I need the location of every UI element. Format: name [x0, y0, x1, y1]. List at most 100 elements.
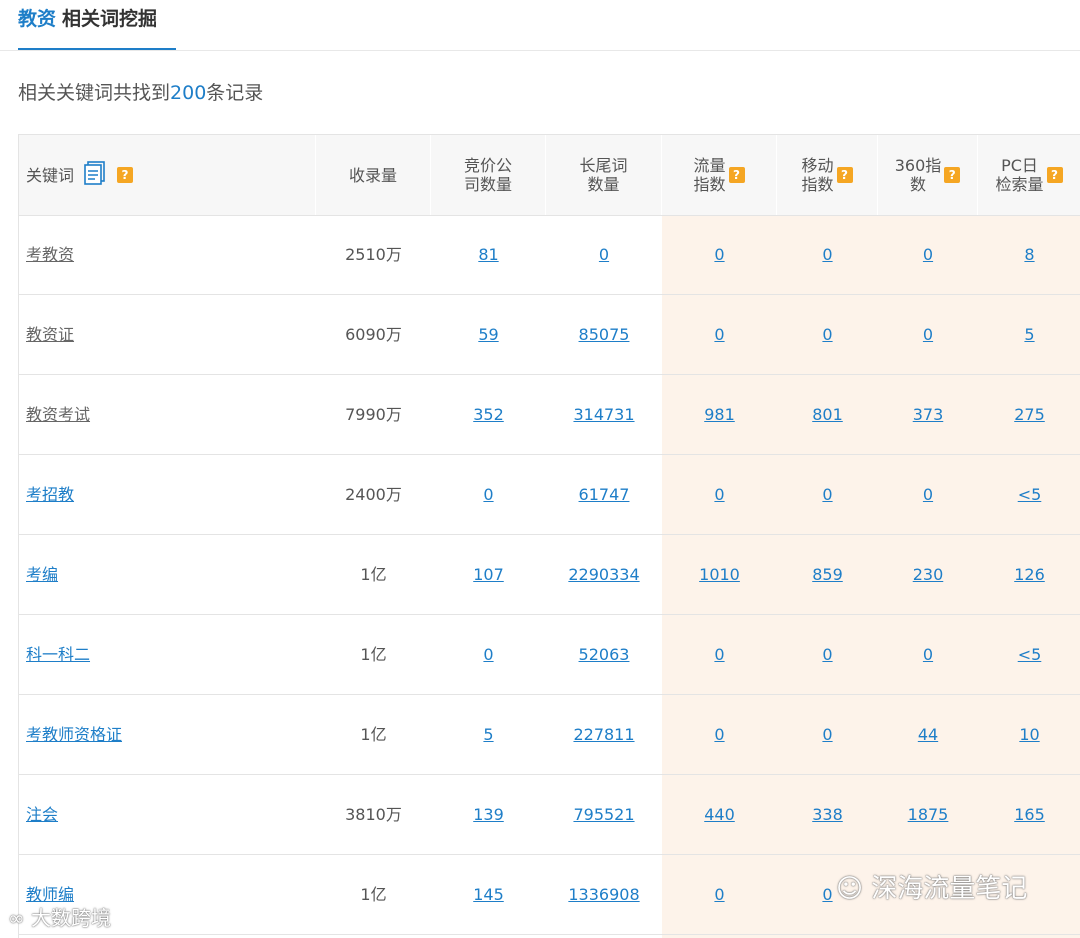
traffic-index-link[interactable]: 0 — [714, 725, 724, 744]
header-label: 移动 指数 — [801, 156, 834, 194]
traffic-index-link[interactable]: 440 — [704, 805, 735, 824]
longtail-link[interactable]: 61747 — [579, 485, 630, 504]
pc-daily-search-link[interactable]: 165 — [1014, 805, 1045, 824]
header-label: 360指 数 — [894, 156, 942, 194]
pc-daily-search-link[interactable]: <5 — [1018, 485, 1042, 504]
longtail-link[interactable]: 2290334 — [568, 565, 639, 584]
traffic-index-link[interactable]: 0 — [714, 325, 724, 344]
keyword-link[interactable]: 教资证 — [26, 325, 74, 344]
indexed-value: 2510万 — [345, 245, 402, 264]
traffic-index-link[interactable]: 0 — [714, 645, 724, 664]
bid-companies-link[interactable]: 5 — [483, 725, 493, 744]
watermark-right-text: 深海流量笔记 — [871, 874, 1028, 904]
longtail-link[interactable]: 227811 — [573, 725, 634, 744]
cell-mobile-index: 0 — [777, 295, 878, 375]
longtail-link[interactable]: 0 — [599, 245, 609, 264]
pc-daily-search-link[interactable]: 275 — [1014, 405, 1045, 424]
tab-title: 相关词挖掘 — [62, 8, 158, 30]
bid-companies-link[interactable]: 352 — [473, 405, 504, 424]
traffic-index-link[interactable]: 1010 — [699, 565, 740, 584]
mobile-index-link[interactable]: 0 — [822, 245, 832, 264]
bid-companies-link[interactable]: 145 — [473, 885, 504, 904]
help-icon[interactable]: ? — [1046, 167, 1063, 183]
pc-daily-search-link[interactable]: 10 — [1019, 725, 1039, 744]
cell-keyword: 考教师资格证 — [19, 695, 316, 775]
index-360-link[interactable]: 230 — [913, 565, 944, 584]
index-360-link[interactable]: 1875 — [908, 805, 949, 824]
pc-daily-search-link[interactable]: 126 — [1014, 565, 1045, 584]
longtail-link[interactable]: 314731 — [573, 405, 634, 424]
index-360-link[interactable]: 0 — [923, 325, 933, 344]
tab-related-keywords[interactable]: 教资 相关词挖掘 — [18, 0, 176, 50]
help-icon[interactable]: ? — [944, 167, 961, 183]
help-icon[interactable]: ? — [728, 167, 745, 183]
bid-companies-link[interactable]: 139 — [473, 805, 504, 824]
cell-traffic-index: 0 — [662, 215, 777, 295]
mobile-index-link[interactable]: 0 — [822, 885, 832, 904]
indexed-value: 1亿 — [360, 725, 387, 744]
bid-companies-link[interactable]: 0 — [483, 645, 493, 664]
cell-keyword: 考教资 — [19, 215, 316, 295]
keyword-link[interactable]: 考教资 — [26, 245, 74, 264]
header-longtail: 长尾词 数量 — [546, 135, 662, 215]
bid-companies-link[interactable]: 81 — [478, 245, 498, 264]
cell-indexed: 1亿 — [316, 695, 431, 775]
result-summary: 相关关键词共找到200条记录 — [18, 78, 263, 108]
longtail-link[interactable]: 52063 — [579, 645, 630, 664]
bid-companies-link[interactable]: 107 — [473, 565, 504, 584]
traffic-index-link[interactable]: 0 — [714, 245, 724, 264]
mobile-index-link[interactable]: 0 — [822, 645, 832, 664]
mobile-index-link[interactable]: 801 — [812, 405, 843, 424]
cell-indexed: 1亿 — [316, 855, 431, 935]
indexed-value: 1亿 — [360, 565, 387, 584]
cell-pc-daily-search: 8 — [978, 215, 1080, 295]
mobile-index-link[interactable]: 859 — [812, 565, 843, 584]
cell-index-360: 373 — [878, 375, 978, 455]
traffic-index-link[interactable]: 0 — [714, 885, 724, 904]
longtail-link[interactable]: 1336908 — [568, 885, 639, 904]
pc-daily-search-link[interactable]: 8 — [1024, 245, 1034, 264]
header-traffic-index: 流量 指数? — [662, 135, 777, 215]
cell-longtail: 1336908 — [546, 855, 662, 935]
cell-longtail: 2290334 — [546, 535, 662, 615]
keyword-link[interactable]: 考招教 — [26, 485, 74, 504]
traffic-index-link[interactable]: 981 — [704, 405, 735, 424]
help-icon[interactable]: ? — [836, 167, 853, 183]
table-row: 教资考试 7990万 352 314731 981 801 373 275 — [19, 375, 1080, 455]
cell-indexed: 7990万 — [316, 375, 431, 455]
cell-indexed: 1亿 — [316, 535, 431, 615]
index-360-link[interactable]: 0 — [923, 645, 933, 664]
pc-daily-search-link[interactable]: <5 — [1018, 645, 1042, 664]
index-360-link[interactable]: 373 — [913, 405, 944, 424]
cell-bid-companies: 107 — [431, 535, 546, 615]
mobile-index-link[interactable]: 0 — [822, 725, 832, 744]
keyword-link[interactable]: 考编 — [26, 565, 58, 584]
pc-daily-search-link[interactable]: 5 — [1024, 325, 1034, 344]
indexed-value: 1亿 — [360, 645, 387, 664]
mobile-index-link[interactable]: 338 — [812, 805, 843, 824]
wechat-icon: ☺ — [836, 874, 864, 904]
keyword-link[interactable]: 注会 — [26, 805, 58, 824]
cell-traffic-index: 0 — [662, 615, 777, 695]
header-pc-daily-search: PC日 检索量? — [978, 135, 1080, 215]
cell-pc-daily-search: 275 — [978, 375, 1080, 455]
index-360-link[interactable]: 0 — [923, 245, 933, 264]
cell-traffic-index: 1010 — [662, 535, 777, 615]
index-360-link[interactable]: 0 — [923, 485, 933, 504]
cell-traffic-index: 0 — [662, 295, 777, 375]
mobile-index-link[interactable]: 0 — [822, 485, 832, 504]
longtail-link[interactable]: 795521 — [573, 805, 634, 824]
bid-companies-link[interactable]: 0 — [483, 485, 493, 504]
cell-pc-daily-search: 10 — [978, 695, 1080, 775]
bid-companies-link[interactable]: 59 — [478, 325, 498, 344]
traffic-index-link[interactable]: 0 — [714, 485, 724, 504]
cell-index-360: 1875 — [878, 775, 978, 855]
keyword-link[interactable]: 科一科二 — [26, 645, 90, 664]
index-360-link[interactable]: 44 — [918, 725, 938, 744]
longtail-link[interactable]: 85075 — [579, 325, 630, 344]
mobile-index-link[interactable]: 0 — [822, 325, 832, 344]
keyword-link[interactable]: 教资考试 — [26, 405, 90, 424]
help-icon[interactable]: ? — [117, 167, 134, 183]
keyword-link[interactable]: 考教师资格证 — [26, 725, 122, 744]
document-list-icon[interactable] — [84, 161, 106, 189]
